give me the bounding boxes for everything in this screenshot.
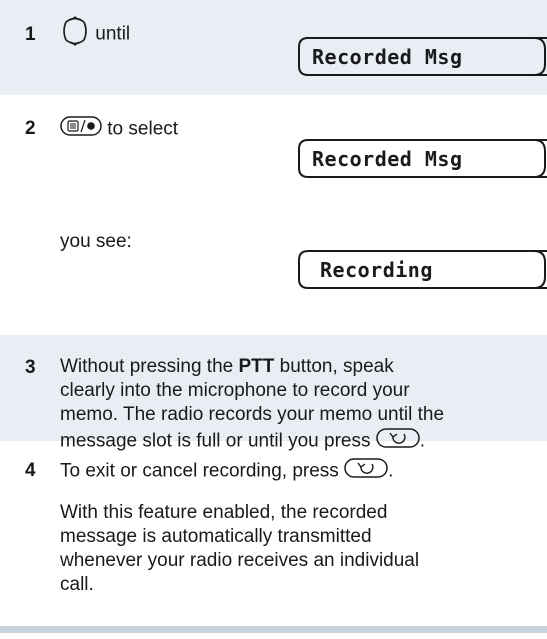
lcd-display: Recording <box>298 250 547 289</box>
scroll-arrows-icon <box>60 14 90 55</box>
step-1-text: until <box>95 23 131 45</box>
menu-select-key-icon <box>60 115 102 144</box>
bottom-rule <box>0 626 547 633</box>
text-line: message is automatically transmitted <box>60 526 372 547</box>
step-4-instruction: To exit or cancel recording, press . <box>60 457 393 486</box>
text-line: call. <box>60 574 94 595</box>
step-2-text: to select <box>107 118 179 140</box>
lcd-display: Recorded Msg <box>298 37 547 76</box>
text-line: whenever your radio receives an individu… <box>60 550 420 571</box>
step-3-paragraph: Without pressing the PTT button, speak c… <box>60 355 444 456</box>
exit-key-icon <box>344 457 388 486</box>
lcd-text: Recorded Msg <box>312 45 463 69</box>
ptt-label: PTT <box>238 356 275 377</box>
period: . <box>388 460 394 482</box>
text-line: clearly into the microphone to record yo… <box>60 380 410 401</box>
step-2-instruction: to select <box>60 115 178 144</box>
period: . <box>419 430 426 452</box>
text-line: With this feature enabled, the recorded <box>60 502 388 523</box>
lcd-text: Recording <box>320 258 433 282</box>
lcd-text: Recorded Msg <box>312 147 463 171</box>
step-number: 1 <box>25 24 36 45</box>
text-span: button, speak <box>274 356 394 377</box>
text-line: To exit or cancel recording, press <box>60 460 339 482</box>
lcd-display: Recorded Msg <box>298 139 547 178</box>
step-number: 2 <box>25 118 36 139</box>
text-line: message slot is full or until you press <box>60 430 371 452</box>
text-line: memo. The radio records your memo until … <box>60 404 445 425</box>
step-number: 3 <box>25 357 36 378</box>
text-span: Without pressing the <box>60 356 239 377</box>
step-4-note: With this feature enabled, the recorded … <box>60 501 419 597</box>
step-number: 4 <box>25 460 36 481</box>
step-1-instruction: until <box>60 14 130 55</box>
exit-key-icon <box>376 427 420 456</box>
you-see-label: you see: <box>60 231 132 252</box>
